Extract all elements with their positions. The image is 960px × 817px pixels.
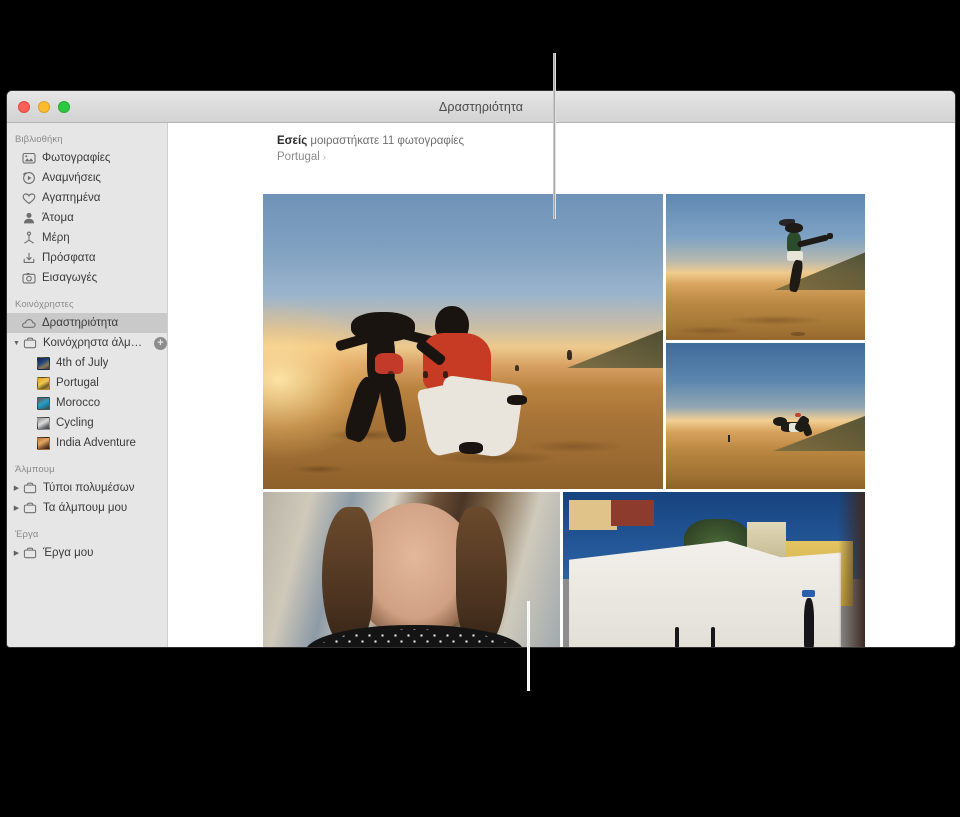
share-description: Εσείς μοιραστήκατε 11 φωτογραφίες xyxy=(277,134,955,149)
sidebar[interactable]: Βιβλιοθήκη Φωτογραφίες Αναμνήσεις Αγαπημ… xyxy=(7,123,168,647)
sidebar-item-activity[interactable]: Δραστηριότητα xyxy=(7,313,167,333)
sidebar-item-my-albums[interactable]: ▶ Τα άλμπουμ μου xyxy=(7,498,167,518)
heart-icon xyxy=(21,191,36,206)
photo-grid-col-right xyxy=(666,194,865,489)
sidebar-item-label: Τύποι πολυμέσων xyxy=(43,482,135,494)
album-thumbnail xyxy=(37,356,50,370)
chevron-right-icon: › xyxy=(322,152,326,162)
photo-grid-col-left xyxy=(263,194,663,489)
album-thumbnail xyxy=(37,416,50,430)
places-pin-icon xyxy=(21,231,36,246)
sidebar-item-label: Έργα μου xyxy=(43,547,94,559)
sidebar-section-library-header: Βιβλιοθήκη xyxy=(15,134,63,145)
sidebar-item-label: Αγαπημένα xyxy=(42,192,101,204)
photo-grid xyxy=(263,194,865,647)
memories-icon xyxy=(21,171,36,186)
sidebar-item-label: Morocco xyxy=(56,397,101,409)
sidebar-item-label: Δραστηριότητα xyxy=(42,317,119,329)
sidebar-item-people[interactable]: Άτομα xyxy=(7,208,167,228)
sidebar-album-4th-of-july[interactable]: 4th of July xyxy=(7,353,167,373)
sidebar-item-memories[interactable]: Αναμνήσεις xyxy=(7,168,167,188)
sidebar-item-label: 4th of July xyxy=(56,357,109,369)
share-detail: μοιραστήκατε 11 φωτογραφίες xyxy=(307,135,465,147)
share-header: Εσείς μοιραστήκατε 11 φωτογραφίες Portug… xyxy=(168,123,955,165)
hair-right xyxy=(456,507,507,647)
polka-dot-top xyxy=(310,628,519,647)
folder-icon xyxy=(22,481,37,496)
sidebar-album-portugal[interactable]: Portugal xyxy=(7,373,167,393)
sidebar-item-media-types[interactable]: ▶ Τύποι πολυμέσων xyxy=(7,478,167,498)
photo-beach-jump-kick[interactable] xyxy=(666,194,865,340)
close-button[interactable] xyxy=(18,100,30,113)
photo-beach-backflip[interactable] xyxy=(666,343,865,489)
sidebar-item-places[interactable]: Μέρη xyxy=(7,228,167,248)
album-thumbnail xyxy=(37,396,50,410)
sidebar-section-albums-header: Άλμπουμ xyxy=(15,464,55,475)
sidebar-section-shared-header: Κοινόχρηστες xyxy=(15,299,74,310)
sidebar-item-label: Αναμνήσεις xyxy=(42,172,101,184)
album-thumbnail xyxy=(37,436,50,450)
sidebar-item-label: India Adventure xyxy=(56,437,136,449)
hair-left xyxy=(322,507,373,647)
folder-icon xyxy=(22,546,37,561)
album-thumbnail xyxy=(37,376,50,390)
sidebar-item-label: Μέρη xyxy=(42,232,70,244)
sidebar-album-morocco[interactable]: Morocco xyxy=(7,393,167,413)
traffic-light-group xyxy=(18,100,70,113)
sidebar-item-label: Άτομα xyxy=(42,212,74,224)
sidebar-album-cycling[interactable]: Cycling xyxy=(7,413,167,433)
person-icon xyxy=(21,211,36,226)
photos-icon xyxy=(21,151,36,166)
callout-line-bottom xyxy=(527,601,530,691)
callout-line-top xyxy=(553,53,556,219)
photo-portrait-woman-street[interactable] xyxy=(263,492,560,647)
sidebar-section-projects-header: Έργα xyxy=(15,529,39,540)
chevron-right-icon[interactable]: ▶ xyxy=(11,505,22,512)
photos-app-window: Δραστηριότητα Βιβλιοθήκη Φωτογραφίες Ανα… xyxy=(6,90,956,648)
activity-content-area: Εσείς μοιραστήκατε 11 φωτογραφίες Portug… xyxy=(168,123,955,647)
sidebar-item-favorites[interactable]: Αγαπημένα xyxy=(7,188,167,208)
sidebar-item-my-projects[interactable]: ▶ Έργα μου xyxy=(7,543,167,563)
chevron-down-icon[interactable]: ▼ xyxy=(11,340,22,347)
imports-camera-icon xyxy=(21,271,36,286)
sidebar-item-photos[interactable]: Φωτογραφίες xyxy=(7,148,167,168)
sidebar-item-label: Φωτογραφίες xyxy=(42,152,111,164)
sidebar-item-label: Πρόσφατα xyxy=(42,252,96,264)
screenshot-root: Δραστηριότητα Βιβλιοθήκη Φωτογραφίες Ανα… xyxy=(0,0,960,817)
photo-grid-row-2 xyxy=(263,492,865,647)
window-title-bar[interactable]: Δραστηριότητα xyxy=(7,91,955,123)
photo-beach-capoeira-sunset[interactable] xyxy=(263,194,663,489)
album-link[interactable]: Portugal › xyxy=(277,150,955,165)
sidebar-item-shared-albums[interactable]: ▼ Κοινόχρηστα άλμπουμ + xyxy=(7,333,167,353)
recents-download-icon xyxy=(21,251,36,266)
sidebar-item-recents[interactable]: Πρόσφατα xyxy=(7,248,167,268)
chevron-right-icon[interactable]: ▶ xyxy=(11,485,22,492)
photo-grid-row-1 xyxy=(263,194,865,489)
cloud-icon xyxy=(21,316,36,331)
shared-albums-folder-icon xyxy=(22,336,37,351)
sidebar-item-label: Τα άλμπουμ μου xyxy=(43,502,128,514)
album-link-label: Portugal xyxy=(277,151,320,163)
zoom-button[interactable] xyxy=(58,100,70,113)
sidebar-item-label: Cycling xyxy=(56,417,94,429)
chevron-right-icon[interactable]: ▶ xyxy=(11,550,22,557)
photo-white-wall-street-lisbon[interactable] xyxy=(563,492,865,647)
add-shared-album-button[interactable]: + xyxy=(154,336,167,350)
sidebar-item-label: Κοινόχρηστα άλμπουμ xyxy=(43,337,148,349)
minimize-button[interactable] xyxy=(38,100,50,113)
folder-icon xyxy=(22,501,37,516)
sidebar-item-label: Εισαγωγές xyxy=(42,272,98,284)
share-author: Εσείς xyxy=(277,135,308,147)
sidebar-item-imports[interactable]: Εισαγωγές xyxy=(7,268,167,288)
window-title: Δραστηριότητα xyxy=(438,99,524,114)
sidebar-album-india-adventure[interactable]: India Adventure xyxy=(7,433,167,453)
sidebar-item-label: Portugal xyxy=(56,377,99,389)
